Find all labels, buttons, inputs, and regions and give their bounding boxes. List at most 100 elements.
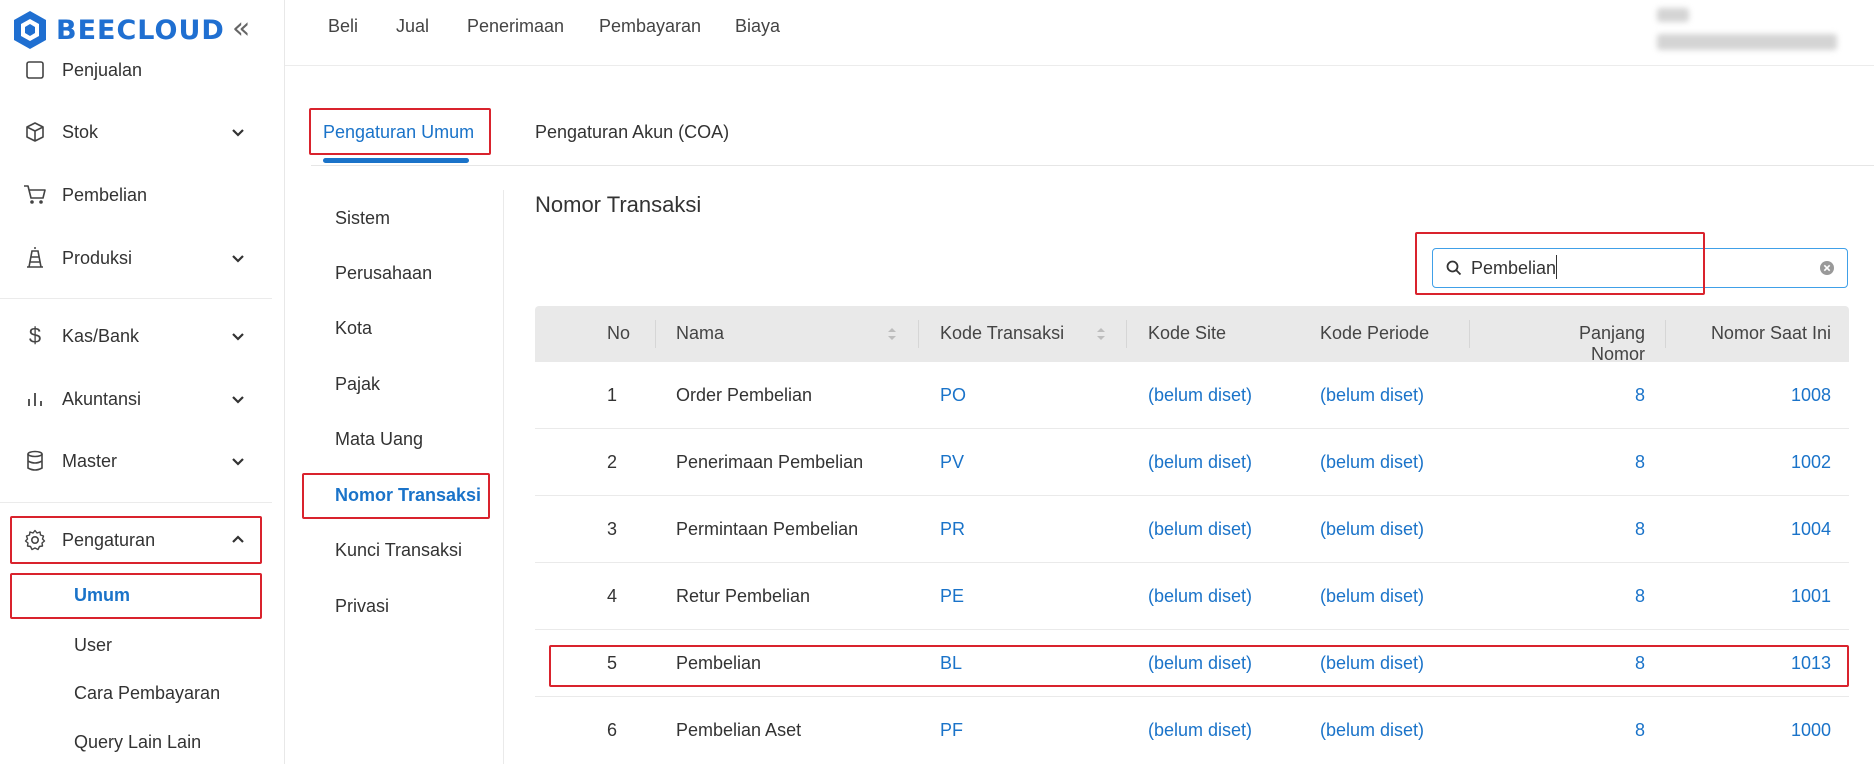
- cell-kode-site[interactable]: (belum diset): [1148, 653, 1252, 674]
- top-menu-penerimaan[interactable]: Penerimaan: [467, 16, 564, 37]
- top-menu-beli[interactable]: Beli: [328, 16, 358, 37]
- sidebar-item-penjualan[interactable]: Penjualan: [0, 46, 284, 94]
- chevron-down-icon: [232, 129, 244, 137]
- cell-kode-transaksi[interactable]: PV: [940, 452, 964, 473]
- cell-kode-site[interactable]: (belum diset): [1148, 452, 1252, 473]
- column-separator: [1126, 320, 1127, 348]
- search-box[interactable]: [1432, 248, 1848, 288]
- cell-panjang-nomor[interactable]: 8: [1545, 653, 1645, 674]
- cell-panjang-nomor[interactable]: 8: [1545, 720, 1645, 741]
- cart-icon: [22, 182, 48, 208]
- table-header: No Nama Kode Transaksi Kode Site Kode Pe…: [535, 306, 1849, 364]
- text-cursor: [1556, 255, 1557, 279]
- sidebar-item-kas-bank[interactable]: $ Kas/Bank: [0, 312, 284, 360]
- column-header-kode-transaksi[interactable]: Kode Transaksi: [940, 323, 1064, 344]
- gear-icon: [22, 527, 48, 553]
- settings-menu-privasi[interactable]: Privasi: [335, 596, 389, 617]
- sidebar-subitem-label: Umum: [74, 584, 131, 605]
- cell-nama: Order Pembelian: [676, 385, 813, 405]
- sort-icon[interactable]: [886, 325, 898, 343]
- cell-panjang-nomor[interactable]: 8: [1545, 385, 1645, 406]
- sidebar-subitem-umum[interactable]: Umum: [0, 573, 284, 617]
- cell-kode-periode[interactable]: (belum diset): [1320, 519, 1424, 540]
- top-menu-pembayaran[interactable]: Pembayaran: [599, 16, 701, 37]
- cell-no: 2: [607, 452, 618, 472]
- settings-menu-mata-uang[interactable]: Mata Uang: [335, 429, 423, 450]
- active-tab-indicator: [323, 158, 469, 163]
- settings-menu-divider: [503, 190, 504, 764]
- cell-kode-transaksi[interactable]: PR: [940, 519, 965, 540]
- collapse-sidebar-icon[interactable]: «: [232, 14, 250, 44]
- sidebar-subitem-label: Query Lain Lain: [74, 731, 202, 752]
- sidebar-subitem-cara-pembayaran[interactable]: Cara Pembayaran: [0, 671, 284, 715]
- settings-menu-sistem[interactable]: Sistem: [335, 208, 390, 229]
- cell-kode-site[interactable]: (belum diset): [1148, 519, 1252, 540]
- brand-name: BEECLOUD: [56, 14, 225, 46]
- chevron-down-icon: [232, 333, 244, 341]
- cell-nomor-saat-ini[interactable]: 1002: [1731, 452, 1831, 473]
- cell-kode-periode[interactable]: (belum diset): [1320, 720, 1424, 741]
- cell-no: 5: [607, 653, 618, 673]
- sort-icon[interactable]: [1095, 325, 1107, 343]
- table-row: 2 Penerimaan Pembelian PV (belum diset) …: [535, 429, 1849, 496]
- cell-nama: Retur Pembelian: [676, 586, 811, 606]
- sidebar-item-label: Master: [62, 450, 118, 471]
- cell-kode-site[interactable]: (belum diset): [1148, 720, 1252, 741]
- sidebar-item-stok[interactable]: Stok: [0, 108, 284, 156]
- sidebar-item-master[interactable]: Master: [0, 437, 284, 485]
- top-menu-jual[interactable]: Jual: [396, 16, 429, 37]
- cell-kode-transaksi[interactable]: BL: [940, 653, 962, 674]
- cell-kode-periode[interactable]: (belum diset): [1320, 452, 1424, 473]
- sidebar-item-label: Akuntansi: [62, 388, 142, 409]
- chevron-up-icon: [232, 535, 244, 543]
- cell-kode-site[interactable]: (belum diset): [1148, 385, 1252, 406]
- tab-pengaturan-akun[interactable]: Pengaturan Akun (COA): [535, 122, 729, 143]
- settings-menu-perusahaan[interactable]: Perusahaan: [335, 263, 432, 284]
- settings-menu-kunci-transaksi[interactable]: Kunci Transaksi: [335, 540, 462, 561]
- cell-nama: Pembelian: [676, 653, 762, 673]
- cell-kode-periode[interactable]: (belum diset): [1320, 586, 1424, 607]
- settings-menu-pajak[interactable]: Pajak: [335, 374, 380, 395]
- cell-nomor-saat-ini[interactable]: 1013: [1731, 653, 1831, 674]
- document-icon: [22, 57, 48, 83]
- cell-no: 1: [607, 385, 618, 405]
- chevron-down-icon: [232, 396, 244, 404]
- cell-kode-site[interactable]: (belum diset): [1148, 586, 1252, 607]
- sidebar-item-label: Pengaturan: [62, 529, 156, 550]
- cell-kode-periode[interactable]: (belum diset): [1320, 653, 1424, 674]
- cell-panjang-nomor[interactable]: 8: [1545, 452, 1645, 473]
- top-menu-biaya[interactable]: Biaya: [735, 16, 780, 37]
- sidebar-item-pengaturan[interactable]: Pengaturan: [0, 516, 284, 564]
- cell-kode-transaksi[interactable]: PE: [940, 586, 964, 607]
- cell-no: 4: [607, 586, 618, 606]
- cell-kode-periode[interactable]: (belum diset): [1320, 385, 1424, 406]
- column-separator: [918, 320, 919, 348]
- dollar-icon: $: [28, 323, 42, 348]
- user-avatar[interactable]: [1657, 8, 1689, 22]
- settings-menu-kota[interactable]: Kota: [335, 318, 372, 339]
- tab-pengaturan-umum[interactable]: Pengaturan Umum: [323, 122, 474, 143]
- box-icon: [22, 119, 48, 145]
- cell-panjang-nomor[interactable]: 8: [1545, 519, 1645, 540]
- column-header-no: No: [607, 323, 631, 343]
- user-info[interactable]: [1657, 34, 1837, 50]
- sidebar-subitem-query-lain-lain[interactable]: Query Lain Lain: [0, 720, 284, 764]
- column-header-nama[interactable]: Nama: [676, 323, 724, 344]
- clear-search-icon[interactable]: [1819, 260, 1835, 276]
- cell-kode-transaksi[interactable]: PF: [940, 720, 963, 741]
- cell-nomor-saat-ini[interactable]: 1000: [1731, 720, 1831, 741]
- cell-panjang-nomor[interactable]: 8: [1545, 586, 1645, 607]
- cell-nomor-saat-ini[interactable]: 1004: [1731, 519, 1831, 540]
- factory-icon: [22, 245, 48, 271]
- sidebar-item-akuntansi[interactable]: Akuntansi: [0, 375, 284, 423]
- top-bar: Beli Jual Penerimaan Pembayaran Biaya: [285, 0, 1874, 66]
- cell-nomor-saat-ini[interactable]: 1001: [1731, 586, 1831, 607]
- sidebar-item-produksi[interactable]: Produksi: [0, 234, 284, 282]
- cell-nomor-saat-ini[interactable]: 1008: [1731, 385, 1831, 406]
- cell-kode-transaksi[interactable]: PO: [940, 385, 966, 406]
- cell-nama: Pembelian Aset: [676, 720, 802, 740]
- search-input[interactable]: [1471, 257, 1811, 279]
- settings-menu-nomor-transaksi[interactable]: Nomor Transaksi: [335, 485, 481, 506]
- sidebar-item-pembelian[interactable]: Pembelian: [0, 171, 284, 219]
- sidebar-subitem-user[interactable]: User: [0, 623, 284, 667]
